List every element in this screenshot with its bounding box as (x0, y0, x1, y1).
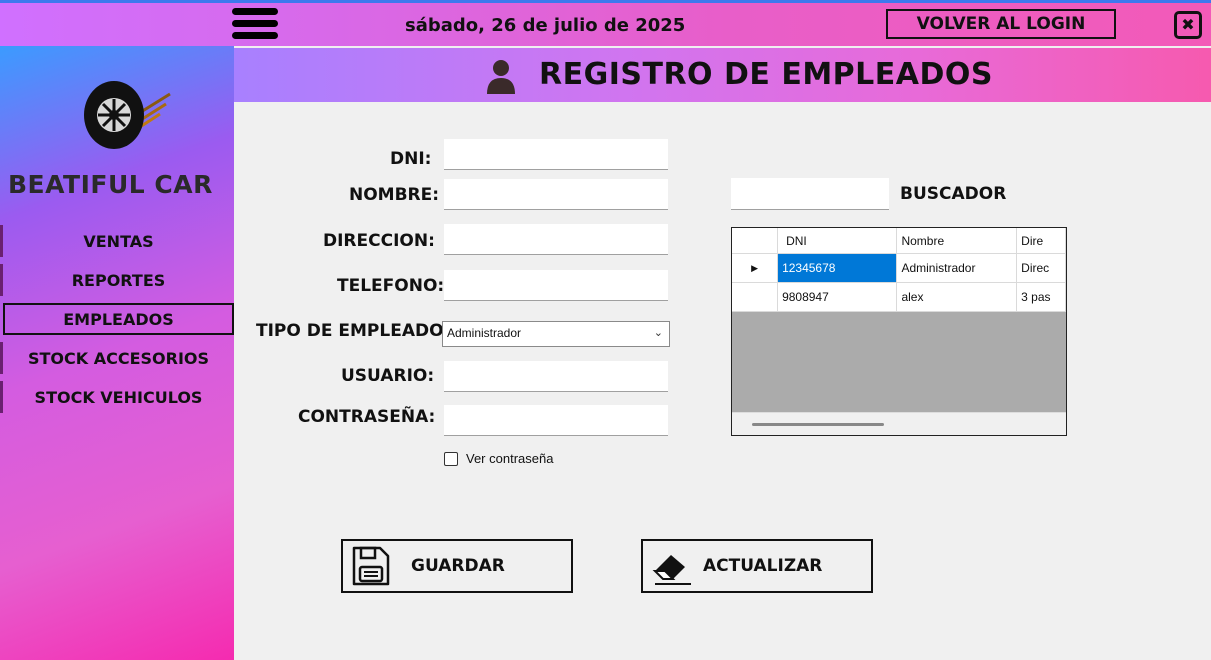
chevron-down-icon: ⌄ (653, 327, 663, 339)
tipo-empleado-value: Administrador (447, 326, 522, 340)
search-input[interactable] (731, 178, 889, 210)
nombre-field[interactable] (444, 179, 668, 210)
sidebar-item-reportes[interactable]: REPORTES (0, 264, 234, 296)
table-cell[interactable]: 9808947 (777, 282, 898, 312)
ver-contrasena-label: Ver contraseña (466, 451, 554, 466)
tire-logo-icon (84, 81, 171, 149)
close-icon[interactable]: ✖ (1174, 11, 1202, 39)
contrasena-label: CONTRASEÑA: (298, 407, 436, 427)
sidebar-item-empleados[interactable]: EMPLEADOS (3, 303, 234, 335)
eraser-icon (652, 555, 691, 585)
save-button[interactable]: GUARDAR (341, 539, 573, 593)
direccion-field[interactable] (444, 224, 668, 255)
back-to-login-button[interactable]: VOLVER AL LOGIN (886, 9, 1116, 39)
table-cell[interactable]: 3 pas (1016, 282, 1066, 312)
direccion-label: DIRECCION: (323, 231, 435, 251)
brand-name: BEATIFUL CAR (8, 170, 213, 199)
top-bar: sábado, 26 de julio de 2025 VOLVER AL LO… (0, 0, 1211, 46)
usuario-field[interactable] (444, 361, 668, 392)
table-row[interactable]: 9808947 alex 3 pas (732, 282, 1066, 312)
scrollbar-thumb[interactable] (752, 423, 884, 426)
table-cell[interactable]: 12345678 (777, 253, 898, 283)
sidebar-item-stock-accesorios[interactable]: STOCK ACCESORIOS (0, 342, 234, 374)
sidebar: BEATIFUL CAR VENTAS REPORTES EMPLEADOS S… (0, 46, 234, 660)
checkbox-box[interactable] (444, 451, 458, 466)
grid-header-row: DNI Nombre Dire (732, 228, 1066, 254)
sidebar-item-stock-vehiculos[interactable]: STOCK VEHICULOS (0, 381, 234, 413)
column-header[interactable]: Nombre (896, 228, 1018, 254)
horizontal-scrollbar[interactable] (732, 412, 1066, 435)
employees-grid[interactable]: DNI Nombre Dire ▶ 12345678 Administrador… (731, 227, 1067, 436)
tipo-empleado-select[interactable]: Administrador ⌄ (442, 321, 670, 347)
current-date: sábado, 26 de julio de 2025 (405, 15, 686, 36)
telefono-label: TELEFONO: (337, 276, 445, 296)
page-title: REGISTRO DE EMPLEADOS (539, 57, 994, 92)
table-cell[interactable]: Direc (1016, 253, 1066, 283)
sidebar-item-ventas[interactable]: VENTAS (0, 225, 234, 257)
table-cell[interactable]: alex (896, 282, 1018, 312)
update-button-label: ACTUALIZAR (703, 556, 823, 576)
usuario-label: USUARIO: (341, 366, 435, 386)
tipo-empleado-label: TIPO DE EMPLEADO: (256, 321, 451, 341)
floppy-disk-icon (352, 546, 390, 586)
ver-contrasena-checkbox[interactable]: Ver contraseña (444, 451, 553, 466)
nombre-label: NOMBRE: (349, 185, 440, 205)
column-header[interactable]: DNI (777, 228, 898, 254)
table-cell[interactable]: Administrador (896, 253, 1018, 283)
contrasena-field[interactable] (444, 405, 668, 436)
menu-icon[interactable] (232, 8, 278, 42)
dni-label: DNI: (390, 149, 432, 169)
page-header: REGISTRO DE EMPLEADOS (234, 48, 1211, 102)
search-label: BUSCADOR (900, 184, 1007, 204)
grid-corner (732, 228, 779, 254)
person-icon (487, 60, 515, 94)
row-header[interactable] (732, 282, 779, 312)
table-row[interactable]: ▶ 12345678 Administrador Direc (732, 253, 1066, 283)
column-header[interactable]: Dire (1016, 228, 1066, 254)
dni-field[interactable] (444, 139, 668, 170)
current-row-icon[interactable]: ▶ (732, 253, 779, 283)
save-button-label: GUARDAR (411, 556, 505, 576)
update-button[interactable]: ACTUALIZAR (641, 539, 873, 593)
telefono-field[interactable] (444, 270, 668, 301)
